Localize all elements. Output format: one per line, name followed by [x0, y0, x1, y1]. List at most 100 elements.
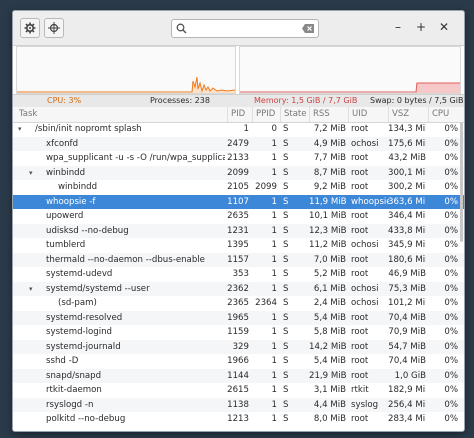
cell-state: S: [283, 124, 289, 134]
cell-pid: 2365: [227, 298, 249, 308]
minimize-icon[interactable]: –: [391, 20, 405, 34]
memory-graph: [239, 46, 461, 94]
cell-ppid: 1: [271, 240, 277, 250]
cell-ppid: 1: [271, 196, 277, 207]
column-cpu[interactable]: CPU: [428, 107, 464, 122]
cell-ppid: 1: [271, 414, 277, 424]
cell-vsz: 70,9 MiB: [388, 327, 426, 337]
cell-pid: 2362: [227, 283, 249, 294]
cell-vsz: 43,2 MiB: [388, 153, 426, 163]
memory-graph-plot: [240, 82, 460, 93]
gear-icon: [24, 22, 36, 34]
cell-uid: root: [351, 167, 369, 178]
table-row[interactable]: (sd-pam) 2365 2364 S 2,4 MiB ochosi 101,2 MiB 0…: [13, 296, 464, 311]
cell-uid: root: [351, 182, 369, 192]
settings-button[interactable]: [20, 18, 40, 38]
expander-icon[interactable]: ▾: [18, 122, 22, 137]
table-row[interactable]: systemd-udevd 353 1 S 5,2 MiB root 46,9 MiB 0%: [13, 267, 464, 282]
scrollbar[interactable]: [460, 122, 463, 242]
cell-pid: 2105: [227, 182, 249, 192]
cell-ppid: 1: [271, 399, 277, 410]
cell-rss: 6,1 MiB: [313, 283, 346, 294]
cell-pid: 1138: [227, 399, 249, 410]
table-row[interactable]: systemd-journald 329 1 S 14,2 MiB root 54,7 Mi…: [13, 339, 464, 354]
cell-rss: 8,7 MiB: [313, 167, 346, 178]
table-row[interactable]: sshd -D 1966 1 S 5,4 MiB root 70,4 MiB 0%: [13, 354, 464, 369]
cell-state: S: [283, 196, 289, 207]
clear-icon[interactable]: [302, 24, 314, 33]
table-row[interactable]: polkitd --no-debug 1213 1 S 8,0 MiB root 283,4…: [13, 412, 464, 427]
column-pid[interactable]: PID: [227, 107, 252, 122]
cell-vsz: 1,0 GiB: [394, 370, 426, 381]
cell-pid: 2479: [227, 138, 249, 149]
cell-pid: 1159: [227, 327, 249, 337]
table-row[interactable]: systemd-resolved 1965 1 S 5,4 MiB root 70,4 Mi…: [13, 310, 464, 325]
cell-ppid: 1: [271, 283, 277, 294]
cell-uid: root: [351, 312, 369, 323]
cell-cpu: 0%: [444, 356, 458, 366]
cell-uid: root: [351, 356, 369, 366]
cell-pid: 13958: [227, 240, 249, 250]
cell-pid: 1213: [227, 414, 249, 424]
cell-task: winbindd: [46, 167, 86, 178]
cell-vsz: 300,1 MiB: [388, 167, 426, 178]
column-rss[interactable]: RSS: [309, 107, 348, 122]
cell-task: polkitd --no-debug: [46, 414, 126, 424]
table-row[interactable]: rsyslogd -n 1138 1S 4,4 MiB syslog 256,4 MiB 0…: [13, 397, 464, 412]
cell-vsz: 180,6 MiB: [388, 254, 426, 265]
cell-vsz: 175,6 MiB: [388, 138, 426, 149]
expander-icon[interactable]: ▾: [29, 166, 33, 181]
table-row[interactable]: thermald --no-daemon --dbus-enable 1157 1 S…: [13, 252, 464, 267]
cell-cpu: 0%: [444, 138, 458, 149]
column-task[interactable]: Task: [13, 107, 227, 122]
process-list: ▾/sbin/init nopromt splash 1 0 S 7,2 MiB root…: [13, 122, 464, 431]
cell-ppid: 1: [271, 356, 277, 366]
header-bar: – + ✕: [13, 11, 464, 46]
cell-ppid: 1: [271, 385, 277, 395]
cell-pid: 353: [232, 269, 249, 279]
column-ppid[interactable]: PPID: [252, 107, 280, 122]
select-window-button[interactable]: [44, 18, 64, 38]
cell-rss: 4,4 MiB: [313, 399, 346, 410]
table-row[interactable]: rtkit-daemon 2615 1S 3,1 MiB rtkit 182,9 MiB 0…: [13, 383, 464, 398]
table-row[interactable]: xfconfd 2479 1S 4,9 MiB ochosi 175,6 MiB 0%: [13, 136, 464, 151]
table-row[interactable]: winbindd 2105 2099 S 9,2 MiB root 300,2 MiB 0%: [13, 180, 464, 195]
search-input[interactable]: [171, 19, 319, 38]
cell-vsz: 433,8 MiB: [388, 225, 426, 236]
cell-state: S: [283, 240, 289, 250]
cell-task: udisksd --no-debug: [46, 225, 129, 236]
column-state[interactable]: State: [280, 107, 309, 122]
table-row[interactable]: udisksd --no-debug 12318 1S 12,3 MiB root 433…: [13, 223, 464, 238]
column-vsz[interactable]: VSZ: [388, 107, 428, 122]
table-row[interactable]: wpa_supplicant -u -s -O /run/wpa_supplic…: [13, 151, 464, 166]
table-row[interactable]: tumblerd 13958 1S 11,2 MiB ochosi 345,9 MiB 0%: [13, 238, 464, 253]
cell-task: winbindd: [58, 182, 98, 192]
cell-task: upowerd: [46, 211, 84, 221]
cell-uid: whoopsie: [351, 196, 389, 207]
table-row[interactable]: systemd-logind 1159 1 S 5,8 MiB root 70,9 MiB 0…: [13, 325, 464, 340]
cell-task: rtkit-daemon: [46, 385, 102, 395]
expander-icon[interactable]: ▾: [29, 282, 33, 297]
table-row[interactable]: snapd/snapd 1144 1 S 21,9 MiB root 1,0 GiB 0%: [13, 368, 464, 383]
cell-state: S: [283, 298, 289, 308]
cell-rss: 21,9 MiB: [309, 370, 346, 381]
cell-task: xfconfd: [46, 138, 79, 149]
cell-state: S: [283, 370, 289, 381]
cell-vsz: 300,2 MiB: [388, 182, 426, 192]
close-icon[interactable]: ✕: [437, 20, 451, 34]
cell-task: sshd -D: [46, 356, 79, 366]
maximize-icon[interactable]: +: [414, 20, 428, 34]
column-uid[interactable]: UID: [348, 107, 388, 122]
table-row[interactable]: whoopsie -f 1107 1 S 11,9 MiB whoopsie 363,6 M…: [13, 194, 464, 209]
table-row[interactable]: ▾ systemd/systemd --user 2362 1 S 6,1 MiB ocho…: [13, 281, 464, 297]
cell-pid: 329: [232, 341, 249, 352]
cell-cpu: 0%: [444, 385, 458, 395]
table-row[interactable]: upowerd 2635 1S 10,1 MiB root 346,4 MiB 0%: [13, 209, 464, 224]
table-row[interactable]: ▾ /sbin/init nopromt splash 1 0 S 7,2 MiB root…: [13, 122, 464, 137]
table-row[interactable]: ▾ winbindd 2099 1S 8,7 MiB root 300,1 MiB 0%: [13, 165, 464, 181]
cell-rss: 5,2 MiB: [313, 269, 346, 279]
cell-pid: 1107: [227, 196, 249, 207]
cell-task: snapd/snapd: [46, 370, 102, 381]
cell-cpu: 0%: [444, 370, 458, 381]
cell-cpu: 0%: [444, 182, 458, 192]
